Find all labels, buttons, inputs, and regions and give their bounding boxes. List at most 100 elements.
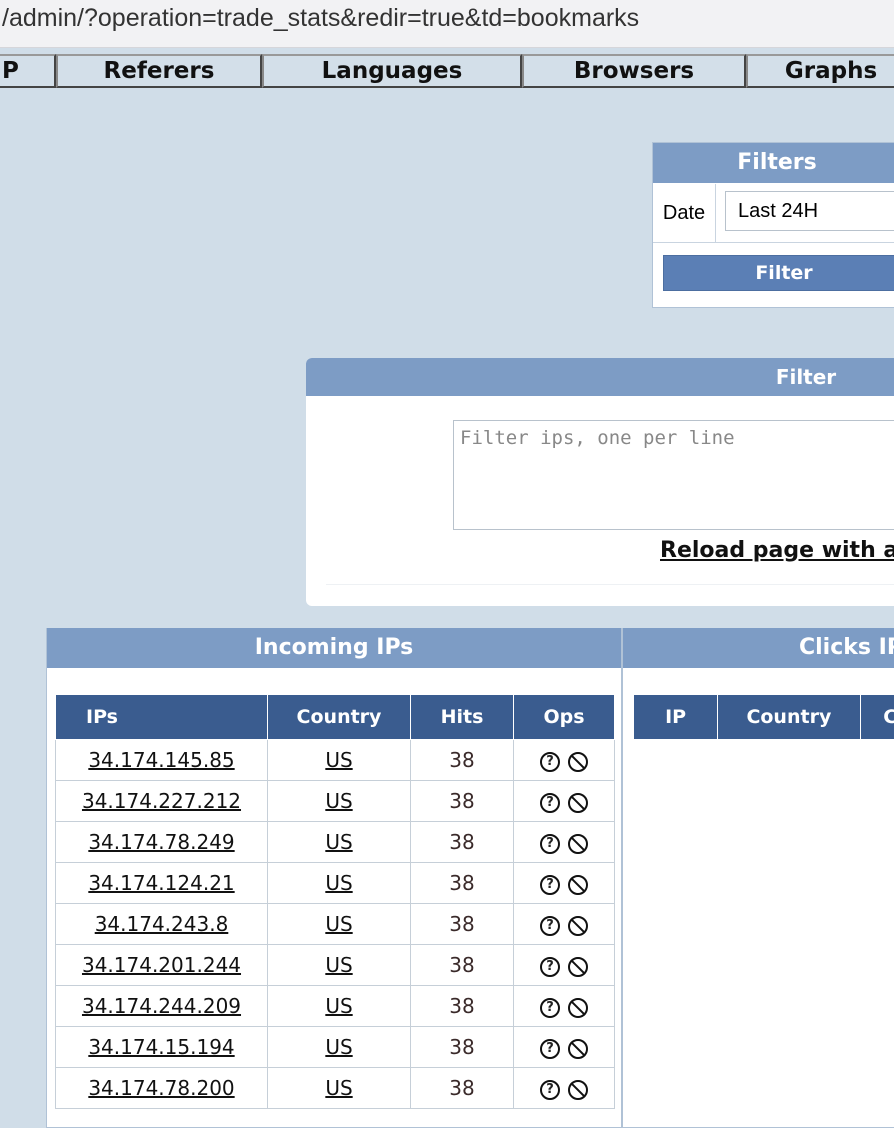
question-circle-icon[interactable]: ?: [540, 1079, 560, 1100]
incoming-ips-table: IPs Country Hits Ops 34.174.145.85 US 38? 3…: [55, 694, 615, 1109]
question-circle-icon[interactable]: ?: [540, 833, 560, 854]
country-cell: US: [267, 985, 411, 1027]
tab-referers[interactable]: Referers: [56, 54, 262, 88]
hits-cell: 38: [410, 739, 514, 781]
country-link[interactable]: US: [325, 871, 352, 895]
ip-cell: 34.174.243.8: [55, 903, 268, 945]
incoming-ips-panel: Incoming IPs IPs Country Hits Ops 34.174…: [46, 628, 622, 1128]
ip-link[interactable]: 34.174.78.249: [88, 830, 234, 854]
col-country[interactable]: Country: [267, 694, 411, 740]
tab-p[interactable]: P: [0, 54, 56, 88]
table-row: 34.174.15.194 US 38?: [55, 1026, 615, 1068]
divider: [326, 584, 894, 585]
country-link[interactable]: US: [325, 1076, 352, 1100]
country-link[interactable]: US: [325, 1035, 352, 1059]
ip-cell: 34.174.124.21: [55, 862, 268, 904]
col-ip[interactable]: IP: [632, 694, 719, 740]
ops-cell: ?: [513, 944, 615, 986]
ip-link[interactable]: 34.174.78.200: [88, 1076, 234, 1100]
ban-icon[interactable]: [568, 833, 588, 854]
ops-cell: ?: [513, 903, 615, 945]
ip-filter-title: Filter: [775, 365, 837, 389]
country-cell: US: [267, 903, 411, 945]
ops-cell: ?: [513, 1067, 615, 1109]
ban-icon[interactable]: [568, 751, 588, 772]
ip-link[interactable]: 34.174.244.209: [82, 994, 241, 1018]
filter-button[interactable]: Filter: [663, 255, 894, 291]
country-cell: US: [267, 780, 411, 822]
filters-title: Filters: [653, 143, 894, 183]
country-link[interactable]: US: [325, 789, 352, 813]
country-link[interactable]: US: [325, 953, 352, 977]
stats-nav: P Referers Languages Browsers Graphs: [0, 54, 894, 90]
hits-cell: 38: [410, 780, 514, 822]
ban-icon[interactable]: [568, 792, 588, 813]
table-row: 34.174.243.8 US 38?: [55, 903, 615, 945]
table-row: 34.174.201.244 US 38?: [55, 944, 615, 986]
hits-cell: 38: [410, 944, 514, 986]
country-link[interactable]: US: [325, 912, 352, 936]
ip-cell: 34.174.201.244: [55, 944, 268, 986]
country-cell: US: [267, 821, 411, 863]
question-circle-icon[interactable]: ?: [540, 792, 560, 813]
reload-page-link[interactable]: Reload page with al: [660, 538, 894, 563]
question-circle-icon[interactable]: ?: [540, 874, 560, 895]
question-circle-icon[interactable]: ?: [540, 997, 560, 1018]
clicks-ip-panel: Clicks IP IP Country C: [622, 628, 894, 1128]
ops-cell: ?: [513, 739, 615, 781]
country-link[interactable]: US: [325, 994, 352, 1018]
country-cell: US: [267, 1026, 411, 1068]
ip-link[interactable]: 34.174.201.244: [82, 953, 241, 977]
hits-cell: 38: [410, 821, 514, 863]
col-hits[interactable]: Hits: [410, 694, 514, 740]
col-ops: Ops: [513, 694, 615, 740]
ip-link[interactable]: 34.174.124.21: [88, 871, 234, 895]
table-row: 34.174.145.85 US 38?: [55, 739, 615, 781]
ban-icon[interactable]: [568, 1038, 588, 1059]
ban-icon[interactable]: [568, 1079, 588, 1100]
address-bar[interactable]: /admin/?operation=trade_stats&redir=true…: [0, 0, 894, 48]
country-link[interactable]: US: [325, 748, 352, 772]
country-cell: US: [267, 1067, 411, 1109]
question-circle-icon[interactable]: ?: [540, 956, 560, 977]
tab-browsers[interactable]: Browsers: [522, 54, 746, 88]
ip-link[interactable]: 34.174.243.8: [95, 912, 229, 936]
col-clicks[interactable]: C: [859, 694, 894, 740]
hits-cell: 38: [410, 1026, 514, 1068]
table-row: 34.174.78.249 US 38?: [55, 821, 615, 863]
tab-graphs[interactable]: Graphs: [746, 54, 894, 88]
ip-link[interactable]: 34.174.15.194: [88, 1035, 234, 1059]
ban-icon[interactable]: [568, 956, 588, 977]
ops-cell: ?: [513, 821, 615, 863]
ip-filter-textarea[interactable]: Filter ips, one per line: [453, 420, 894, 530]
ban-icon[interactable]: [568, 874, 588, 895]
ip-filter-panel: Filter Filter ips, one per line Reload p…: [306, 358, 894, 606]
ip-link[interactable]: 34.174.145.85: [88, 748, 234, 772]
ops-cell: ?: [513, 985, 615, 1027]
hits-cell: 38: [410, 903, 514, 945]
col-ips[interactable]: IPs: [55, 694, 268, 740]
table-row: 34.174.78.200 US 38?: [55, 1067, 615, 1109]
ban-icon[interactable]: [568, 997, 588, 1018]
country-link[interactable]: US: [325, 830, 352, 854]
question-circle-icon[interactable]: ?: [540, 1038, 560, 1059]
country-cell: US: [267, 862, 411, 904]
filters-panel: Filters Date Last 24H Filter: [652, 142, 894, 308]
clicks-ip-table: IP Country C: [632, 694, 894, 740]
date-select[interactable]: Last 24H: [725, 191, 894, 231]
ops-cell: ?: [513, 780, 615, 822]
ip-filter-header: Filter: [306, 358, 894, 396]
question-circle-icon[interactable]: ?: [540, 751, 560, 772]
ip-link[interactable]: 34.174.227.212: [82, 789, 241, 813]
table-row: 34.174.227.212 US 38?: [55, 780, 615, 822]
hits-cell: 38: [410, 862, 514, 904]
table-row: 34.174.124.21 US 38?: [55, 862, 615, 904]
col-country[interactable]: Country: [717, 694, 861, 740]
question-circle-icon[interactable]: ?: [540, 915, 560, 936]
incoming-ips-title: Incoming IPs: [47, 628, 621, 668]
ban-icon[interactable]: [568, 915, 588, 936]
clicks-ip-title: Clicks IP: [623, 628, 894, 668]
tab-languages[interactable]: Languages: [262, 54, 522, 88]
table-row: 34.174.244.209 US 38?: [55, 985, 615, 1027]
ip-cell: 34.174.244.209: [55, 985, 268, 1027]
